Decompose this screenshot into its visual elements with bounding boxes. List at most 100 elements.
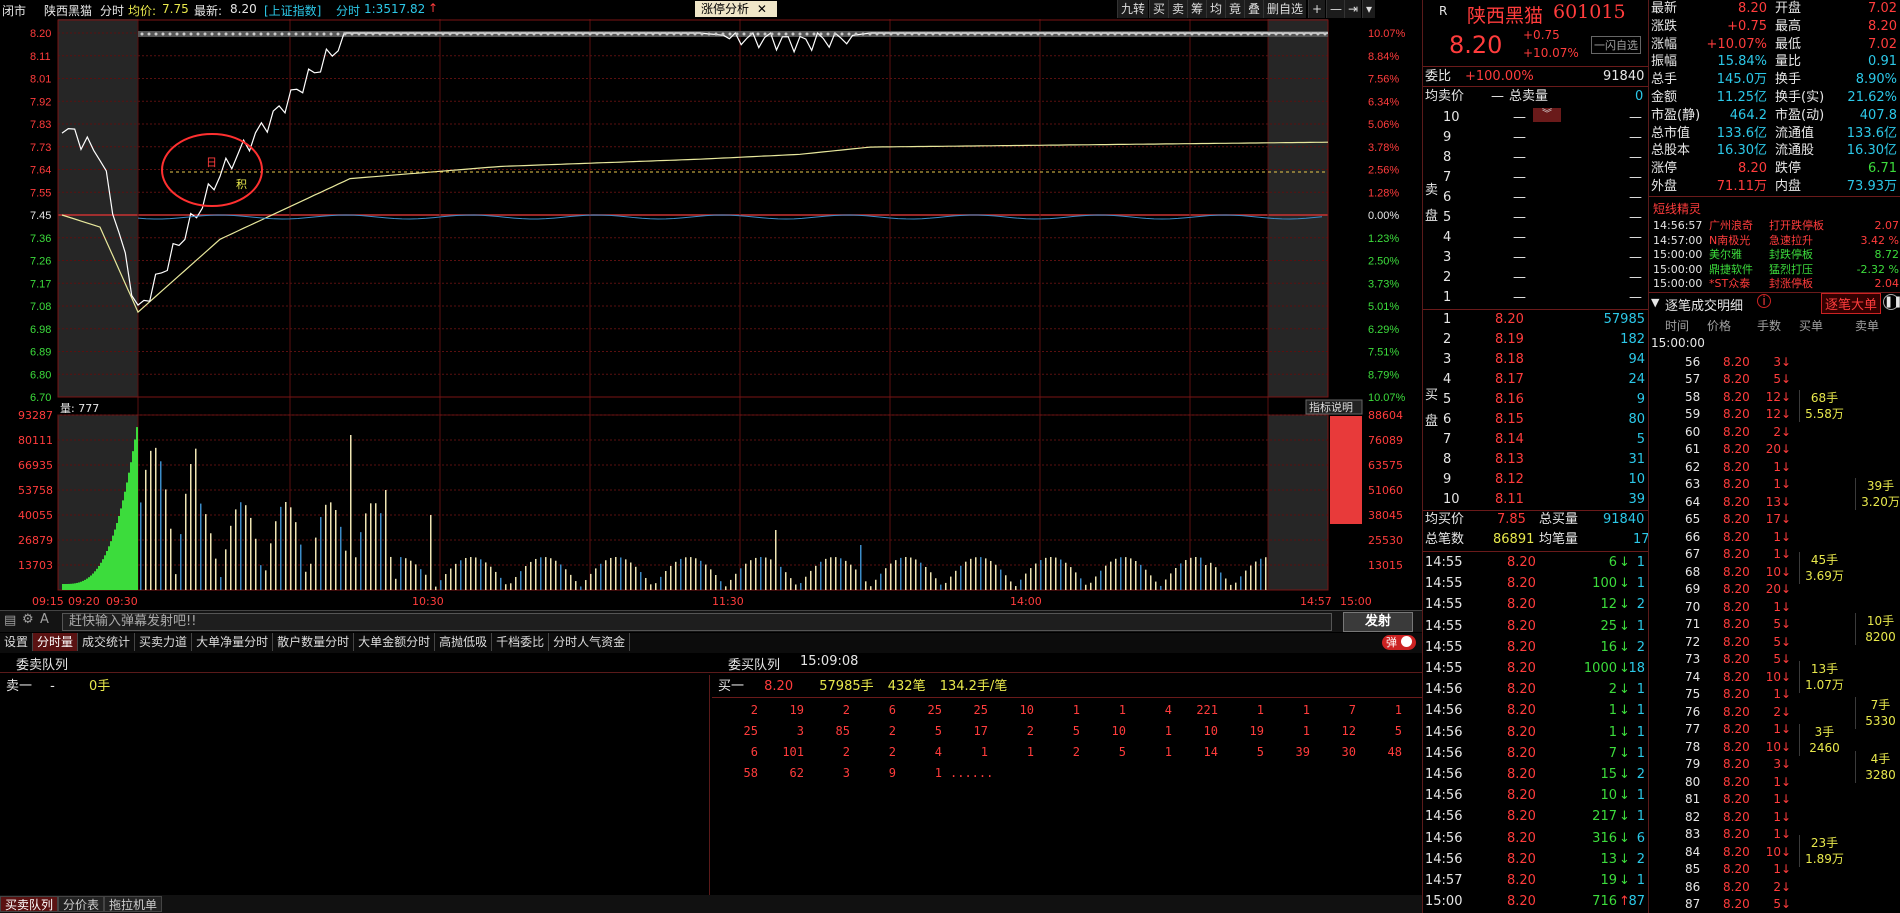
sprite-row[interactable]: 15:00:00 美尔雅 封跌停板 8.72: [1653, 247, 1899, 262]
detail-row[interactable]: 76 8.20 2 ↓: [1651, 704, 1791, 721]
tick-row[interactable]: 14:56 8.20 15 ↓ 2: [1425, 765, 1645, 784]
detail-row[interactable]: 70 8.20 1 ↓: [1651, 599, 1791, 616]
tick-row[interactable]: 14:55 8.20 16 ↓ 2: [1425, 638, 1645, 657]
detail-row[interactable]: 71 8.20 5 ↓: [1651, 616, 1791, 633]
bottom-tab-2[interactable]: 拖拉机单: [104, 896, 163, 912]
expand-icon[interactable]: ▼: [1651, 296, 1659, 309]
detail-row[interactable]: 57 8.20 5 ↓: [1651, 371, 1791, 388]
indicator-tab-0[interactable]: 设置: [0, 633, 34, 651]
buy-level-row[interactable]: 3 8.18 94: [1443, 350, 1645, 369]
detail-row[interactable]: 87 8.20 5 ↓: [1651, 896, 1791, 913]
tick-row[interactable]: 14:56 8.20 7 ↓ 1: [1425, 744, 1645, 763]
detail-row[interactable]: 73 8.20 5 ↓: [1651, 651, 1791, 668]
detail-row[interactable]: 78 8.20 10 ↓: [1651, 739, 1791, 756]
pause-icon[interactable]: ❚❚: [1883, 294, 1900, 310]
sprite-row[interactable]: 15:00:00 鼎捷软件 猛烈打压 -2.32 %: [1653, 262, 1899, 277]
detail-row[interactable]: 84 8.20 10 ↓: [1651, 844, 1791, 861]
quick-add-button[interactable]: 一闪自选: [1591, 36, 1641, 54]
bottom-tab-1[interactable]: 分价表: [58, 896, 105, 912]
detail-row[interactable]: 59 8.20 12 ↓: [1651, 406, 1791, 423]
sell-level-row[interactable]: 1 — —: [1443, 288, 1643, 307]
indicator-tab-1[interactable]: 分时量: [33, 633, 79, 651]
indicator-tab-4[interactable]: 大单净量分时: [192, 633, 274, 651]
tick-row[interactable]: 14:55 8.20 6 ↓ 1: [1425, 553, 1645, 572]
indicator-tab-2[interactable]: 成交统计: [78, 633, 136, 651]
sell-level-row[interactable]: 2 — —: [1443, 268, 1643, 287]
sprite-title[interactable]: 短线精灵: [1653, 200, 1701, 217]
buy-level-row[interactable]: 5 8.16 9: [1443, 390, 1645, 409]
buy-level-row[interactable]: 7 8.14 5: [1443, 430, 1645, 449]
sell-level-row[interactable]: 6 — —: [1443, 188, 1643, 207]
limit-marker[interactable]: 日: [206, 156, 217, 169]
buy-level-row[interactable]: 9 8.12 10: [1443, 470, 1645, 489]
tick-row[interactable]: 14:56 8.20 13 ↓ 2: [1425, 850, 1645, 869]
bottom-tab-0[interactable]: 买卖队列: [0, 896, 59, 912]
buy-level-row[interactable]: 10 8.11 39: [1443, 490, 1645, 509]
danmaku-toggle[interactable]: 弹: [1382, 635, 1416, 650]
buy-level-row[interactable]: 6 8.15 80: [1443, 410, 1645, 429]
detail-row[interactable]: 79 8.20 3 ↓: [1651, 756, 1791, 773]
detail-row[interactable]: 77 8.20 1 ↓: [1651, 721, 1791, 738]
tick-row[interactable]: 14:57 8.20 19 ↓ 1: [1425, 871, 1645, 890]
indicator-tab-5[interactable]: 散户数量分时: [273, 633, 355, 651]
tick-row[interactable]: 14:55 8.20 1000 ↓ 18: [1425, 659, 1645, 678]
tick-row[interactable]: 14:56 8.20 1 ↓ 1: [1425, 701, 1645, 720]
big-order-button[interactable]: 逐笔大单: [1821, 293, 1882, 314]
tick-row[interactable]: 14:56 8.20 217 ↓ 1: [1425, 807, 1645, 826]
tick-row[interactable]: 15:00 8.20 716 ↑ 87: [1425, 892, 1645, 911]
detail-row[interactable]: 69 8.20 20 ↓: [1651, 581, 1791, 598]
tick-row[interactable]: 14:56 8.20 10 ↓ 1: [1425, 786, 1645, 805]
detail-row[interactable]: 58 8.20 12 ↓: [1651, 389, 1791, 406]
sell-level-row[interactable]: 7 — —: [1443, 168, 1643, 187]
intraday-chart-area[interactable]: 闭市 陕西黑猫 分时 均价: 7.75 最新: 8.20 [上证指数] 分时 1…: [0, 0, 1422, 610]
detail-row[interactable]: 85 8.20 1 ↓: [1651, 861, 1791, 878]
detail-row[interactable]: 80 8.20 1 ↓: [1651, 774, 1791, 791]
sprite-row[interactable]: 14:57:00 N南极光 急速拉升 3.42 %: [1653, 233, 1899, 248]
detail-row[interactable]: 74 8.20 10 ↓: [1651, 669, 1791, 686]
detail-row[interactable]: 81 8.20 1 ↓: [1651, 791, 1791, 808]
detail-row[interactable]: 68 8.20 10 ↓: [1651, 564, 1791, 581]
detail-row[interactable]: 56 8.20 3 ↓: [1651, 354, 1791, 371]
buy-level-row[interactable]: 2 8.19 182: [1443, 330, 1645, 349]
indicator-tab-9[interactable]: 分时人气资金: [549, 633, 631, 651]
indicator-tab-3[interactable]: 买卖力道: [135, 633, 193, 651]
sell-level-row[interactable]: 5 — —: [1443, 208, 1643, 227]
sprite-row[interactable]: 15:00:00 *ST众泰 封涨停板 2.04: [1653, 276, 1899, 291]
info-icon[interactable]: i: [1757, 294, 1771, 308]
tick-row[interactable]: 14:55 8.20 12 ↓ 2: [1425, 595, 1645, 614]
keyboard-icon[interactable]: ▤: [4, 613, 16, 628]
tick-row[interactable]: 14:55 8.20 25 ↓ 1: [1425, 617, 1645, 636]
detail-row[interactable]: 65 8.20 17 ↓: [1651, 511, 1791, 528]
detail-row[interactable]: 75 8.20 1 ↓: [1651, 686, 1791, 703]
detail-row[interactable]: 72 8.20 5 ↓: [1651, 634, 1791, 651]
indicator-tab-6[interactable]: 大单金额分时: [354, 633, 436, 651]
gear-icon[interactable]: ⚙: [22, 612, 34, 627]
tick-row[interactable]: 14:56 8.20 316 ↓ 6: [1425, 829, 1645, 848]
buy-level-row[interactable]: 1 8.20 57985: [1443, 310, 1645, 329]
danmaku-input[interactable]: 赶快输入弹幕发射吧!!: [62, 613, 1332, 631]
indicator-tab-8[interactable]: 千档委比: [492, 633, 550, 651]
sell-level-row[interactable]: 3 — —: [1443, 248, 1643, 267]
detail-row[interactable]: 82 8.20 1 ↓: [1651, 809, 1791, 826]
buy-level-row[interactable]: 4 8.17 24: [1443, 370, 1645, 389]
detail-row[interactable]: 64 8.20 13 ↓: [1651, 494, 1791, 511]
tick-row[interactable]: 14:56 8.20 1 ↓ 1: [1425, 723, 1645, 742]
event-marker[interactable]: 积: [236, 178, 247, 191]
indicator-tab-7[interactable]: 高抛低吸: [435, 633, 493, 651]
sell-level-row[interactable]: 4 — —: [1443, 228, 1643, 247]
font-icon[interactable]: A: [40, 612, 49, 627]
detail-row[interactable]: 63 8.20 1 ↓: [1651, 476, 1791, 493]
detail-row[interactable]: 60 8.20 2 ↓: [1651, 424, 1791, 441]
sell-level-row[interactable]: 9 — —: [1443, 128, 1643, 147]
detail-row[interactable]: 86 8.20 2 ↓: [1651, 879, 1791, 896]
detail-row[interactable]: 61 8.20 20 ↓: [1651, 441, 1791, 458]
detail-row[interactable]: 83 8.20 1 ↓: [1651, 826, 1791, 843]
sell-level-row[interactable]: 8 — —: [1443, 148, 1643, 167]
detail-row[interactable]: 66 8.20 1 ↓: [1651, 529, 1791, 546]
send-button[interactable]: 发射: [1343, 612, 1413, 632]
detail-row[interactable]: 62 8.20 1 ↓: [1651, 459, 1791, 476]
sell-level-row[interactable]: 10 — —: [1443, 108, 1643, 127]
tick-row[interactable]: 14:55 8.20 100 ↓ 1: [1425, 574, 1645, 593]
buy-level-row[interactable]: 8 8.13 31: [1443, 450, 1645, 469]
detail-row[interactable]: 67 8.20 1 ↓: [1651, 546, 1791, 563]
